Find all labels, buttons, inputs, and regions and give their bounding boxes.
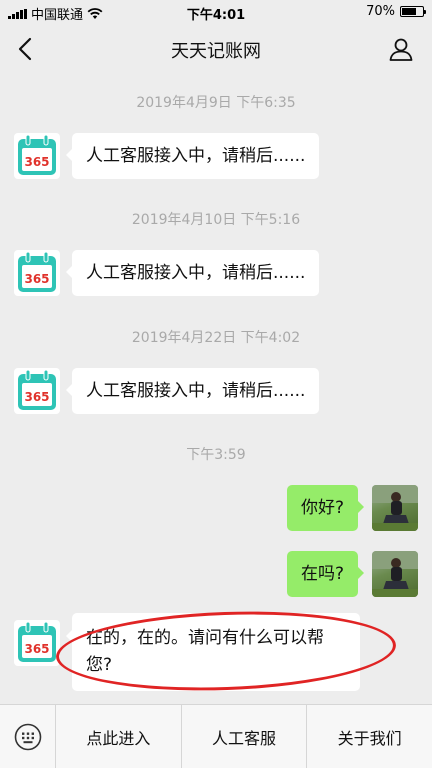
- status-right: 70%: [366, 4, 426, 19]
- person-icon[interactable]: [388, 36, 414, 62]
- timestamp: 2019年4月9日 下午6:35: [136, 95, 296, 111]
- battery-icon: [400, 6, 426, 17]
- app-avatar[interactable]: 365: [14, 133, 60, 179]
- incoming-message: 人工客服接入中，请稍后......: [65, 250, 320, 296]
- calendar-365-icon: 365: [18, 621, 56, 662]
- calendar-365-icon: 365: [18, 369, 56, 410]
- incoming-message: 在的，在的。请问有什么可以帮您?: [66, 613, 360, 691]
- battery-fill: [402, 8, 416, 15]
- chat-screen: 中国联通 下午4:01 70% 天天记账网 2019年4月9日 下午6:35 3…: [0, 0, 432, 768]
- calendar-365-icon: 365: [18, 134, 56, 175]
- battery-percent: 70%: [366, 4, 395, 19]
- app-avatar[interactable]: 365: [14, 368, 60, 414]
- calendar-365-icon: 365: [18, 251, 56, 292]
- bottom-menu-bar: 点此进入 人工客服 关于我们: [0, 704, 432, 768]
- svg-text:365: 365: [24, 272, 49, 286]
- timestamp: 2019年4月22日 下午4:02: [131, 330, 301, 346]
- user-photo: [372, 551, 418, 597]
- incoming-message: 人工客服接入中，请稍后......: [65, 133, 320, 179]
- user-avatar[interactable]: [372, 485, 418, 531]
- menu-item-customer-service[interactable]: 人工客服: [182, 705, 308, 768]
- outgoing-message: 你好?: [286, 485, 365, 531]
- user-photo: [372, 485, 418, 531]
- svg-text:365: 365: [24, 155, 49, 169]
- app-avatar[interactable]: 365: [14, 620, 60, 666]
- svg-text:365: 365: [24, 642, 49, 656]
- menu-item-about-us[interactable]: 关于我们: [307, 705, 432, 768]
- menu-item-enter[interactable]: 点此进入: [56, 705, 182, 768]
- incoming-message: 人工客服接入中，请稍后......: [65, 368, 320, 414]
- status-bar: 中国联通 下午4:01 70%: [0, 0, 432, 26]
- app-avatar[interactable]: 365: [14, 250, 60, 296]
- svg-text:365: 365: [24, 390, 49, 404]
- outgoing-message: 在吗?: [286, 551, 365, 597]
- page-title: 天天记账网: [171, 41, 261, 62]
- keyboard-toggle-button[interactable]: [0, 705, 56, 768]
- timestamp: 下午3:59: [186, 447, 246, 463]
- timestamp: 2019年4月10日 下午5:16: [131, 212, 301, 228]
- keyboard-icon: [14, 723, 41, 750]
- nav-bar: 天天记账网: [0, 26, 432, 72]
- user-avatar[interactable]: [372, 551, 418, 597]
- chat-area[interactable]: 2019年4月9日 下午6:35 365 人工客服接入中，请稍后...... 2…: [0, 72, 432, 704]
